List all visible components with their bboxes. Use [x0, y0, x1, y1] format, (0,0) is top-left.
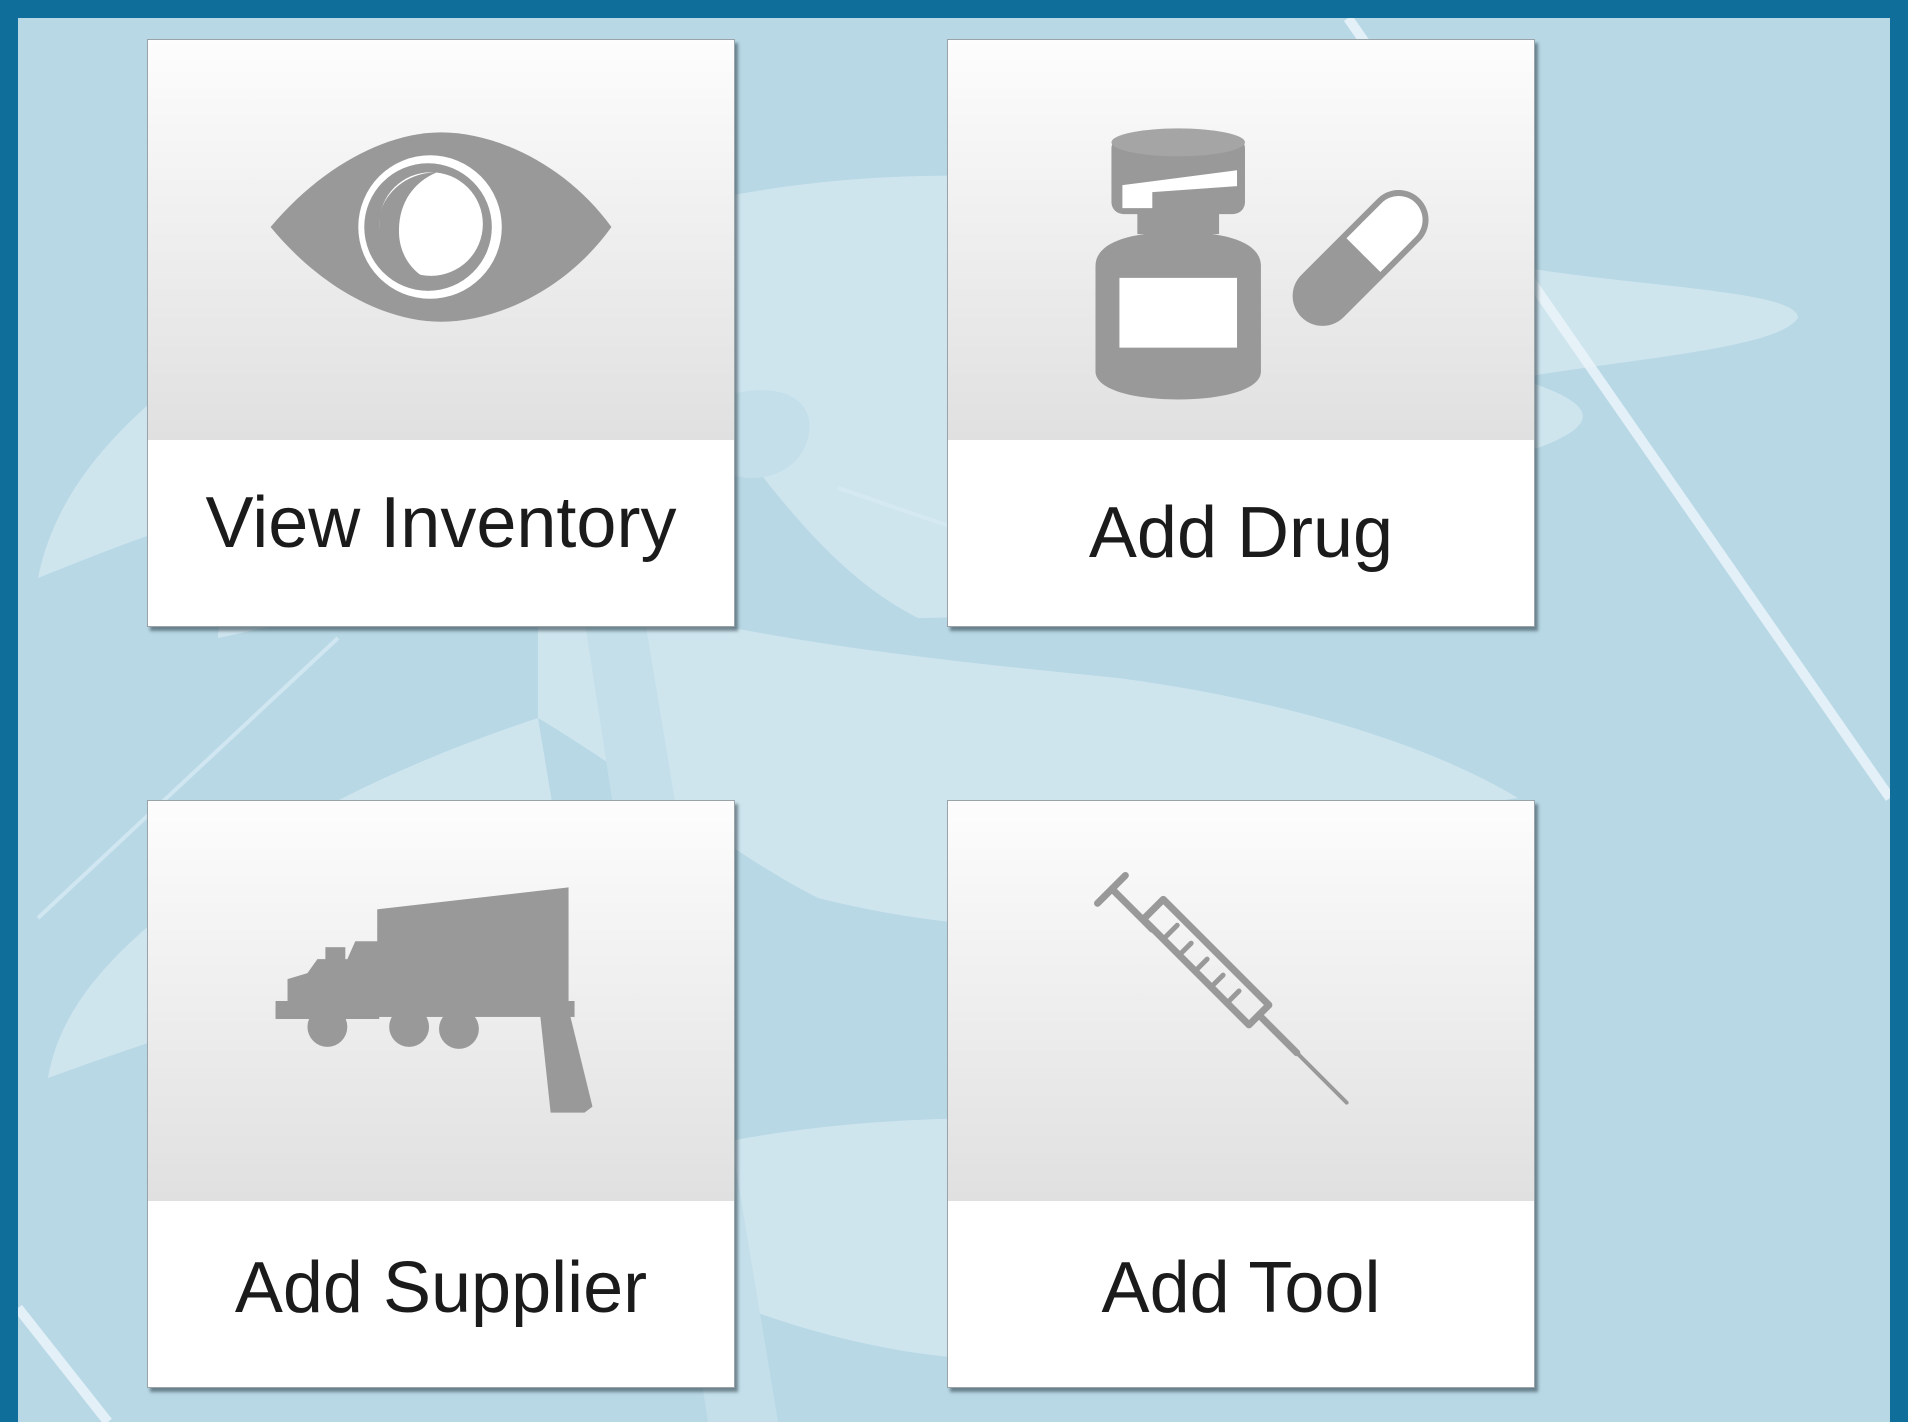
tile-icon-area: [148, 40, 734, 440]
tile-label: Add Drug: [1088, 493, 1394, 573]
add-tool-button[interactable]: Add Tool: [947, 800, 1535, 1388]
medicine-bottle-pill-icon: [1095, 128, 1429, 400]
view-inventory-button[interactable]: View Inventory: [147, 39, 735, 627]
delivery-truck-icon: [275, 887, 593, 1113]
tile-icon-area: [948, 40, 1534, 440]
tile-label: View Inventory: [205, 483, 677, 563]
eye-icon: [270, 132, 612, 322]
add-supplier-button[interactable]: Add Supplier: [147, 800, 735, 1388]
main-panel: View Inventory Add Drug Add Supplier Add…: [18, 18, 1890, 1422]
syringe-icon: [1094, 871, 1349, 1105]
tile-icon-area: [948, 801, 1534, 1201]
add-drug-button[interactable]: Add Drug: [947, 39, 1535, 627]
tile-icon-area: [148, 801, 734, 1201]
tile-label: Add Supplier: [234, 1248, 648, 1328]
tile-label: Add Tool: [1101, 1248, 1381, 1328]
